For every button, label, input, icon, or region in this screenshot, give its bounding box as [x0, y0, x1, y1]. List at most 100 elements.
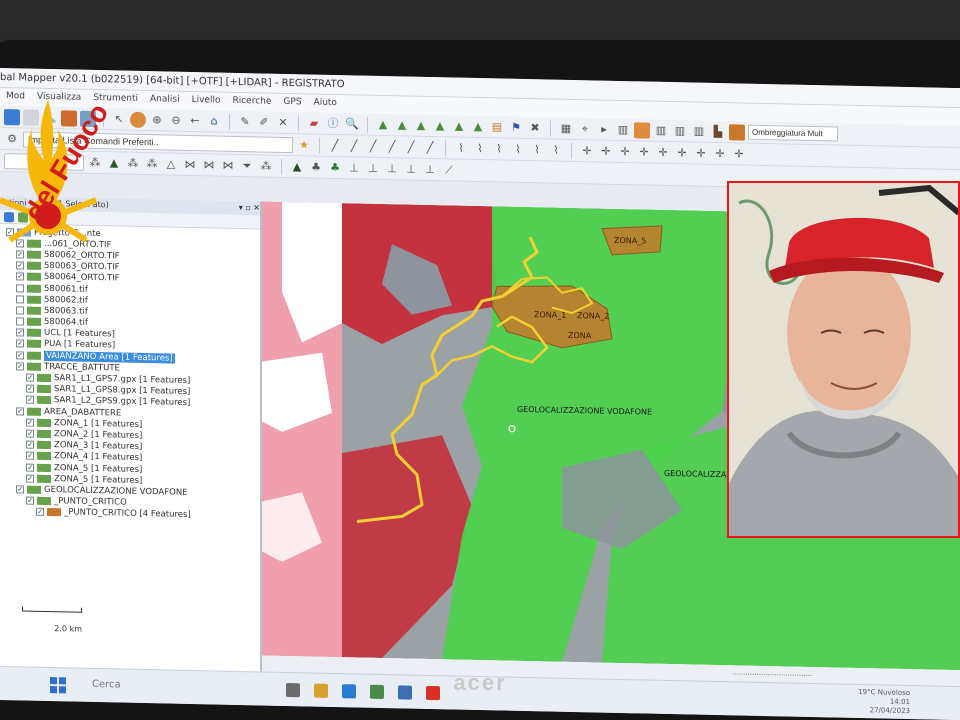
layer-checkbox[interactable]: ✓: [26, 384, 34, 393]
chart-icon[interactable]: ▥: [691, 123, 707, 139]
layer-checkbox[interactable]: ✓: [16, 350, 24, 360]
ruler-icon[interactable]: ▰: [306, 115, 322, 131]
menu-item[interactable]: Livello: [192, 95, 221, 111]
chart-icon[interactable]: ▥: [672, 123, 688, 139]
crosshair-icon[interactable]: ✛: [674, 145, 690, 161]
terrain-icon[interactable]: ▲: [470, 118, 486, 134]
profile-icon[interactable]: ▤: [489, 119, 505, 135]
layer-checkbox[interactable]: ✓: [16, 406, 24, 416]
search-feature-icon[interactable]: 🔍: [344, 116, 360, 132]
pin-icon[interactable]: ⌖: [577, 121, 593, 137]
layer-label: ZONA_1 [1 Features]: [54, 417, 143, 430]
digitize-icon[interactable]: ╱: [422, 139, 438, 155]
toolbar-separator: [445, 139, 446, 156]
lidar-icon[interactable]: [634, 121, 650, 139]
layer-label: _PUNTO_CRITICO [4 Features]: [64, 507, 191, 521]
clock-date: 27/04/2023: [869, 706, 910, 716]
delete-icon[interactable]: ✖: [527, 120, 543, 136]
vertex-icon[interactable]: ⌇: [548, 142, 564, 158]
home-icon[interactable]: ⌂: [206, 113, 222, 129]
layer-type-icon: [27, 351, 41, 360]
layer-checkbox[interactable]: ✓: [26, 463, 34, 472]
layer-checkbox[interactable]: ✓: [26, 418, 34, 427]
tower-icon[interactable]: ⊥: [403, 161, 419, 177]
back-arrow-icon[interactable]: ←: [187, 112, 203, 128]
edit-icon[interactable]: ✐: [256, 114, 272, 130]
mountain-icon[interactable]: ▲: [289, 159, 305, 175]
layer-checkbox[interactable]: ✓: [16, 328, 24, 337]
chart-icon[interactable]: ▥: [653, 122, 669, 138]
close-icon[interactable]: ✕: [275, 114, 291, 130]
layer-checkbox[interactable]: [16, 317, 24, 326]
mesh-icon[interactable]: ⋈: [182, 156, 198, 172]
layer-checkbox[interactable]: ✓: [26, 429, 34, 438]
crosshair-icon[interactable]: ✛: [636, 144, 652, 160]
tree-icon[interactable]: ♣: [308, 159, 324, 175]
building-icon[interactable]: ▙: [710, 123, 726, 139]
filter-icon[interactable]: ⏷: [239, 158, 255, 174]
triangle-icon[interactable]: △: [163, 156, 179, 172]
tower-icon[interactable]: ⊥: [365, 160, 381, 176]
terrain-icon[interactable]: ▲: [413, 117, 429, 133]
map-label-zona: ZONA: [568, 331, 592, 340]
vertex-icon[interactable]: ⌇: [529, 142, 545, 158]
vertex-icon[interactable]: ⌇: [510, 141, 526, 157]
layer-checkbox[interactable]: [16, 295, 24, 304]
mesh-icon[interactable]: ⋈: [201, 157, 217, 173]
digitize-icon[interactable]: ╱: [365, 138, 381, 154]
chart-icon[interactable]: ▥: [615, 121, 631, 137]
layer-checkbox[interactable]: ✓: [16, 362, 24, 371]
crosshair-icon[interactable]: ✛: [712, 145, 728, 161]
table-icon[interactable]: ▦: [558, 120, 574, 136]
panel-window-buttons[interactable]: ▾ ▫ ✕: [239, 203, 260, 215]
digitize-icon[interactable]: ╱: [327, 137, 343, 153]
digitize-icon[interactable]: ╱: [346, 138, 362, 154]
vertex-icon[interactable]: ⌇: [472, 140, 488, 156]
crosshair-icon[interactable]: ✛: [598, 143, 614, 159]
layer-checkbox[interactable]: ✓: [26, 440, 34, 449]
digitize-icon[interactable]: ╱: [403, 139, 419, 155]
vertex-icon[interactable]: ⌇: [453, 140, 469, 156]
terrain-icon[interactable]: ▲: [394, 117, 410, 133]
crosshair-icon[interactable]: ✛: [617, 143, 633, 159]
menu-item[interactable]: Ricerche: [232, 96, 271, 112]
crosshair-icon[interactable]: ✛: [693, 145, 709, 161]
layer-checkbox[interactable]: ✓: [26, 395, 34, 405]
layer-type-icon: [37, 373, 51, 383]
flag-icon[interactable]: ⚑: [508, 119, 524, 135]
layer-checkbox[interactable]: ✓: [16, 485, 24, 494]
terrain-icon[interactable]: ▲: [432, 118, 448, 134]
analysis-icon[interactable]: ⁂: [258, 158, 274, 174]
measure-icon[interactable]: ⟋: [441, 162, 457, 178]
star-icon[interactable]: ★: [296, 137, 312, 153]
tower-icon[interactable]: ⊥: [346, 160, 362, 176]
info-icon[interactable]: ⓘ: [325, 115, 341, 131]
layer-label: 580061.tif: [44, 283, 88, 295]
layer-checkbox[interactable]: ✓: [26, 373, 34, 382]
crosshair-icon[interactable]: ✛: [655, 144, 671, 160]
shade-icon[interactable]: [729, 123, 745, 141]
layer-checkbox[interactable]: ✓: [26, 451, 34, 461]
tower-icon[interactable]: ⊥: [384, 161, 400, 177]
layer-checkbox[interactable]: ✓: [26, 496, 34, 505]
terrain-icon[interactable]: ▲: [375, 116, 391, 132]
layer-checkbox[interactable]: ✓: [26, 474, 34, 483]
vertex-icon[interactable]: ⌇: [491, 141, 507, 157]
layer-checkbox[interactable]: [16, 283, 24, 293]
layer-checkbox[interactable]: ✓: [16, 339, 24, 348]
mesh-icon[interactable]: ⋈: [220, 157, 236, 173]
shading-input[interactable]: [748, 124, 838, 142]
tower-icon[interactable]: ⊥: [422, 161, 438, 177]
menu-item[interactable]: Aiuto: [314, 98, 337, 113]
menu-item[interactable]: GPS: [283, 97, 301, 112]
tree-icon[interactable]: ♣: [327, 159, 343, 175]
crosshair-icon[interactable]: ✛: [579, 143, 595, 159]
play-icon[interactable]: ▸: [596, 121, 612, 137]
layer-checkbox[interactable]: [16, 306, 24, 315]
crosshair-icon[interactable]: ✛: [731, 146, 747, 162]
pencil-icon[interactable]: ✎: [237, 113, 253, 129]
layer-checkbox[interactable]: ✓: [36, 508, 44, 517]
terrain-icon[interactable]: ▲: [451, 118, 467, 134]
digitize-icon[interactable]: ╱: [384, 139, 400, 155]
zoom-out-icon[interactable]: ⊖: [168, 112, 184, 128]
